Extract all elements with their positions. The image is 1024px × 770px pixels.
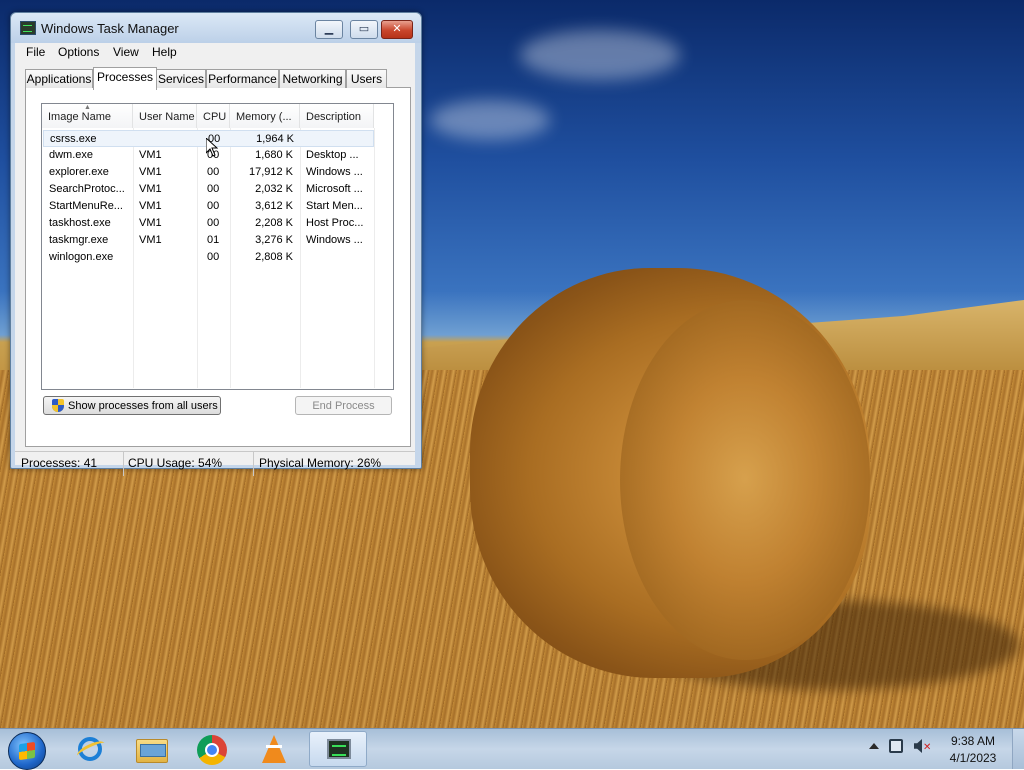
cell-memory: 2,208 K [255, 217, 293, 229]
cell-image-name: csrss.exe [50, 133, 97, 145]
table-row[interactable]: explorer.exe VM1 00 17,912 K Windows ... [43, 164, 374, 181]
menu-view[interactable]: View [113, 45, 139, 59]
cell-memory: 1,680 K [255, 149, 293, 161]
cell-description: Host Proc... [306, 217, 364, 229]
clock-time[interactable]: 9:38 AM [946, 734, 1000, 748]
start-button[interactable] [8, 732, 46, 770]
table-row[interactable]: taskhost.exe VM1 00 2,208 K Host Proc... [43, 215, 374, 232]
cell-cpu: 00 [207, 251, 220, 263]
chrome-icon [197, 735, 227, 765]
cell-image-name: explorer.exe [49, 166, 109, 178]
cloud [520, 30, 680, 80]
volume-icon[interactable] [914, 739, 922, 753]
menu-bar: File Options View Help [15, 43, 415, 62]
column-header-user-name[interactable]: User Name [133, 104, 197, 128]
show-hidden-icons-arrow-icon[interactable] [869, 743, 879, 749]
cell-user-name: VM1 [139, 149, 162, 161]
cell-image-name: taskhost.exe [49, 217, 111, 229]
cell-memory: 3,276 K [255, 234, 293, 246]
column-label: Image Name [48, 111, 111, 123]
cell-cpu: 00 [207, 166, 220, 178]
muted-x-icon: ✕ [923, 742, 932, 753]
uac-shield-icon [52, 399, 64, 412]
column-divider [374, 128, 375, 388]
column-header-description[interactable]: Description [300, 104, 374, 128]
task-manager-app-icon [20, 21, 36, 35]
taskbar-file-explorer[interactable] [126, 731, 176, 767]
cell-user-name: VM1 [139, 200, 162, 212]
cell-description: Windows ... [306, 234, 363, 246]
cell-memory: 17,912 K [248, 166, 293, 178]
status-cpu-usage: CPU Usage: 54% [128, 456, 223, 470]
cell-image-name: dwm.exe [49, 149, 94, 161]
cell-image-name: SearchProtoc... [49, 183, 125, 195]
menu-options[interactable]: Options [58, 45, 99, 59]
cell-description: Desktop ... [306, 149, 359, 161]
column-header-cpu[interactable]: CPU [197, 104, 230, 128]
taskbar-vlc[interactable] [248, 731, 298, 767]
cell-description: Windows ... [306, 166, 363, 178]
taskbar: ✕ 9:38 AM 4/1/2023 [0, 728, 1024, 770]
status-bar: Processes: 41 CPU Usage: 54% Physical Me… [15, 451, 415, 476]
menu-help[interactable]: Help [152, 45, 177, 59]
sort-ascending-icon: ▲ [84, 104, 91, 111]
status-process-count: Processes: 41 [21, 456, 98, 470]
cell-cpu: 01 [207, 234, 220, 246]
file-explorer-icon [136, 739, 168, 763]
tab-performance[interactable]: Performance [206, 69, 279, 88]
cell-memory: 2,808 K [255, 251, 293, 263]
show-desktop-button[interactable] [1012, 729, 1024, 769]
tab-networking[interactable]: Networking [279, 69, 346, 88]
tab-users[interactable]: Users [346, 69, 387, 88]
tab-processes[interactable]: Processes [93, 67, 157, 90]
cell-cpu: 00 [207, 217, 220, 229]
cell-memory: 2,032 K [255, 183, 293, 195]
minimize-button[interactable]: ▁ [315, 20, 343, 39]
menu-file[interactable]: File [26, 45, 45, 59]
tab-services[interactable]: Services [156, 69, 206, 88]
hay-bale-face [620, 300, 870, 660]
cell-image-name: taskmgr.exe [49, 234, 109, 246]
task-manager-icon [327, 739, 351, 759]
cloud [430, 100, 550, 140]
cell-cpu: 00 [207, 183, 220, 195]
title-bar[interactable]: Windows Task Manager ▁ ▭ ✕ [11, 13, 421, 43]
show-all-processes-label: Show processes from all users [68, 400, 218, 412]
tab-applications[interactable]: Applications [25, 69, 93, 88]
table-row[interactable]: StartMenuRe... VM1 00 3,612 K Start Men.… [43, 198, 374, 215]
cell-description: Start Men... [306, 200, 363, 212]
cell-image-name: winlogon.exe [49, 251, 114, 263]
taskbar-internet-explorer[interactable] [65, 731, 115, 767]
status-divider [253, 452, 254, 476]
taskbar-task-manager[interactable] [309, 731, 367, 767]
end-process-button[interactable]: End Process [295, 396, 392, 415]
task-manager-window: Windows Task Manager ▁ ▭ ✕ File Options … [10, 12, 422, 476]
column-header-memory[interactable]: Memory (... [230, 104, 300, 128]
mouse-cursor-icon [206, 138, 218, 157]
cell-image-name: StartMenuRe... [49, 200, 123, 212]
taskbar-chrome[interactable] [187, 731, 237, 767]
window-title: Windows Task Manager [41, 21, 179, 36]
cell-user-name: VM1 [139, 166, 162, 178]
cell-memory: 1,964 K [256, 133, 294, 145]
column-header-image-name[interactable]: ▲ Image Name [42, 104, 133, 128]
vlc-icon [262, 735, 286, 763]
cell-memory: 3,612 K [255, 200, 293, 212]
cell-user-name: VM1 [139, 183, 162, 195]
table-row[interactable]: taskmgr.exe VM1 01 3,276 K Windows ... [43, 232, 374, 249]
internet-explorer-icon [78, 737, 102, 761]
network-icon[interactable] [889, 739, 903, 753]
table-row[interactable]: winlogon.exe 00 2,808 K [43, 249, 374, 266]
table-row[interactable]: SearchProtoc... VM1 00 2,032 K Microsoft… [43, 181, 374, 198]
cell-description: Microsoft ... [306, 183, 363, 195]
status-divider [123, 452, 124, 476]
cell-user-name: VM1 [139, 217, 162, 229]
cell-cpu: 00 [207, 200, 220, 212]
maximize-button[interactable]: ▭ [350, 20, 378, 39]
clock-date[interactable]: 4/1/2023 [946, 751, 1000, 765]
show-all-processes-button[interactable]: Show processes from all users [43, 396, 221, 415]
cell-user-name: VM1 [139, 234, 162, 246]
close-button[interactable]: ✕ [381, 20, 413, 39]
status-physical-memory: Physical Memory: 26% [259, 456, 382, 470]
